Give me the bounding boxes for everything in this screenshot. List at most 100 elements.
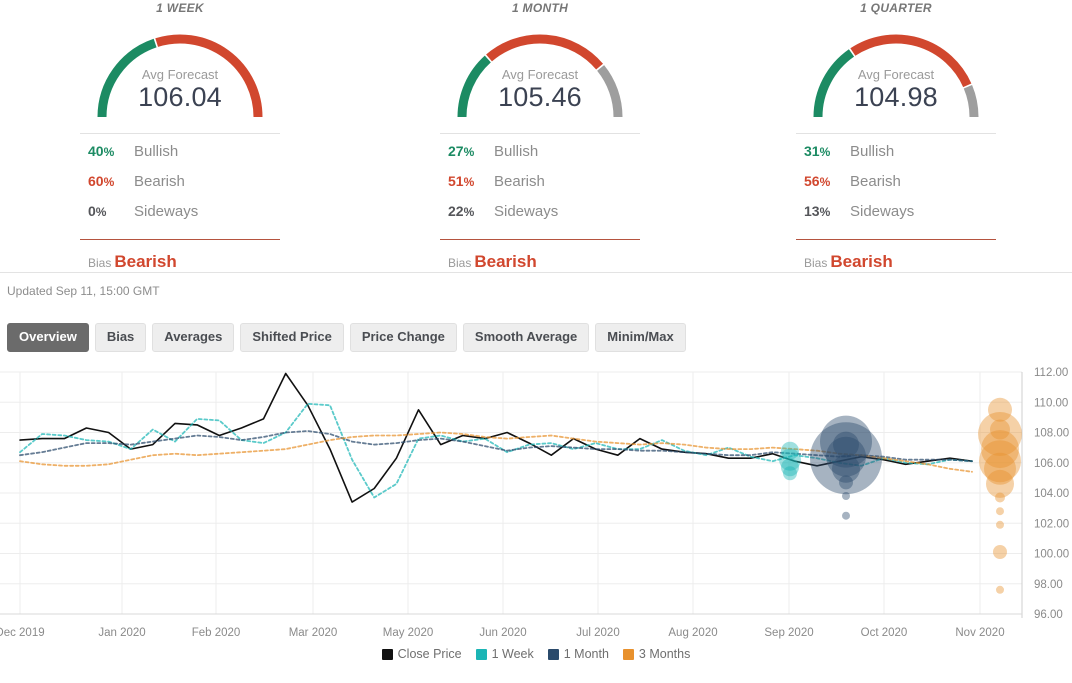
x-axis-tick-label: Dec 2019 bbox=[0, 627, 45, 639]
forecast-panel-1-quarter: 1 QUARTER Avg Forecast 104.98 31% Bullis… bbox=[720, 0, 1072, 272]
forecast-chart: 96.00 98.00 100.00 102.00 104.00 106.00 108.00… bbox=[0, 364, 1072, 664]
sentiment-stats: 27% Bullish 51% Bearish 22% Sideways bbox=[440, 133, 640, 233]
x-axis-tick-label: Mar 2020 bbox=[289, 627, 338, 639]
bearish-percent: 56% bbox=[804, 173, 831, 189]
y-axis-tick-label: 100.00 bbox=[1034, 549, 1069, 561]
gauge-svg bbox=[97, 34, 263, 118]
gauge-1-quarter: Avg Forecast 104.98 bbox=[796, 17, 996, 123]
tab-label: Overview bbox=[19, 329, 77, 344]
bearish-percent: 51% bbox=[448, 173, 475, 189]
bias-label: Bias bbox=[804, 256, 828, 270]
bias-value: Bearish bbox=[830, 252, 893, 271]
forecast-bubble-3-months bbox=[996, 507, 1004, 516]
updated-timestamp: Updated Sep 11, 15:00 GMT bbox=[7, 284, 160, 298]
bullish-label: Bullish bbox=[850, 143, 895, 160]
bullish-percent: 27% bbox=[448, 143, 475, 159]
gauge-arc-bearish bbox=[850, 34, 972, 88]
bias-value: Bearish bbox=[474, 252, 537, 271]
legend-item[interactable]: Close Price bbox=[381, 647, 462, 661]
forecast-dashboard: 1 WEEK Avg Forecast 106.04 40% Bullish 6… bbox=[0, 0, 1072, 683]
stat-row-bullish: 27% Bullish bbox=[440, 143, 640, 173]
tab-minim-max[interactable]: Minim/Max bbox=[595, 323, 686, 352]
tab-label: Shifted Price bbox=[252, 329, 332, 344]
tab-price-change[interactable]: Price Change bbox=[349, 323, 457, 352]
stat-row-sideways: 22% Sideways bbox=[440, 203, 640, 233]
gauge-1-week: Avg Forecast 106.04 bbox=[80, 17, 280, 123]
chart-legend: Close Price 1 Week 1 Month 3 Months bbox=[0, 644, 1072, 664]
bias-label: Bias bbox=[448, 256, 472, 270]
bullish-percent: 40% bbox=[88, 143, 115, 159]
y-axis-tick-label: 108.00 bbox=[1034, 428, 1069, 440]
gauge-arc-sideways bbox=[597, 65, 623, 118]
gauge-arc-bullish bbox=[457, 55, 491, 118]
bias-value: Bearish bbox=[114, 252, 177, 271]
panel-title: 1 MONTH bbox=[511, 1, 569, 15]
sideways-label: Sideways bbox=[134, 203, 199, 220]
y-axis-tick-label: 110.00 bbox=[1034, 397, 1068, 409]
forecast-panel-1-week: 1 WEEK Avg Forecast 106.04 40% Bullish 6… bbox=[0, 0, 360, 272]
x-axis-tick-label: Aug 2020 bbox=[668, 627, 717, 639]
forecast-bubble-3-months bbox=[996, 585, 1004, 594]
gauge-svg bbox=[813, 34, 979, 118]
forecast-bubble-1-month bbox=[842, 492, 850, 500]
tab-bias[interactable]: Bias bbox=[94, 323, 147, 352]
tab-label: Smooth Average bbox=[474, 329, 578, 344]
legend-item[interactable]: 1 Week bbox=[475, 647, 534, 661]
tab-label: Averages bbox=[164, 329, 223, 344]
gauge-svg bbox=[457, 34, 623, 118]
bearish-label: Bearish bbox=[850, 173, 901, 190]
forecast-bubble-3-months bbox=[993, 545, 1007, 559]
tab-shifted-price[interactable]: Shifted Price bbox=[240, 323, 344, 352]
bullish-percent: 31% bbox=[804, 143, 831, 159]
x-axis-tick-label: Oct 2020 bbox=[861, 627, 908, 639]
bias-row: Bias Bearish bbox=[796, 240, 996, 272]
stat-row-bearish: 51% Bearish bbox=[440, 173, 640, 203]
tab-averages[interactable]: Averages bbox=[152, 323, 235, 352]
sideways-percent: 0% bbox=[88, 203, 107, 219]
tab-smooth-average[interactable]: Smooth Average bbox=[462, 323, 590, 352]
y-axis-tick-label: 106.00 bbox=[1034, 458, 1069, 470]
stat-row-bullish: 40% Bullish bbox=[80, 143, 280, 173]
sentiment-stats: 40% Bullish 60% Bearish 0% Sideways bbox=[80, 133, 280, 233]
x-axis-tick-label: Jul 2020 bbox=[576, 627, 619, 639]
tab-label: Bias bbox=[106, 329, 135, 344]
panel-title: 1 WEEK bbox=[156, 1, 204, 15]
chart-tabs: Overview Bias Averages Shifted Price Price C… bbox=[0, 298, 1072, 352]
stat-row-bearish: 60% Bearish bbox=[80, 173, 280, 203]
sentiment-stats: 31% Bullish 56% Bearish 13% Sideways bbox=[796, 133, 996, 233]
x-axis-tick-label: Nov 2020 bbox=[955, 627, 1004, 639]
tab-label: Price Change bbox=[361, 329, 445, 344]
forecast-bubble-1-month bbox=[839, 475, 853, 490]
bias-label: Bias bbox=[88, 256, 112, 270]
bearish-label: Bearish bbox=[134, 173, 185, 190]
stat-row-sideways: 13% Sideways bbox=[796, 203, 996, 233]
forecast-panel-1-month: 1 MONTH Avg Forecast 105.46 27% Bullish … bbox=[360, 0, 720, 272]
gauge-1-month: Avg Forecast 105.46 bbox=[440, 17, 640, 123]
sideways-percent: 22% bbox=[448, 203, 475, 219]
legend-swatch-icon bbox=[622, 648, 634, 660]
x-axis-tick-label: Feb 2020 bbox=[192, 627, 241, 639]
legend-label: 1 Week bbox=[491, 647, 534, 661]
legend-item[interactable]: 3 Months bbox=[622, 647, 691, 661]
forecast-bubble-3-months bbox=[996, 520, 1004, 529]
bullish-label: Bullish bbox=[494, 143, 539, 160]
tab-label: Minim/Max bbox=[607, 329, 674, 344]
stat-row-bullish: 31% Bullish bbox=[796, 143, 996, 173]
bearish-label: Bearish bbox=[494, 173, 545, 190]
legend-swatch-icon bbox=[547, 648, 559, 660]
sideways-percent: 13% bbox=[804, 203, 831, 219]
y-axis-tick-label: 98.00 bbox=[1034, 579, 1063, 591]
sideways-label: Sideways bbox=[850, 203, 915, 220]
legend-label: 3 Months bbox=[638, 647, 691, 661]
bearish-percent: 60% bbox=[88, 173, 115, 189]
forecast-bubble-1-month bbox=[842, 511, 850, 520]
legend-item[interactable]: 1 Month bbox=[547, 647, 609, 661]
forecast-bubble-1-week bbox=[783, 466, 797, 481]
x-axis-tick-label: Sep 2020 bbox=[764, 627, 813, 639]
gauge-arc-bearish bbox=[155, 34, 263, 118]
tab-overview[interactable]: Overview bbox=[7, 323, 89, 352]
legend-label: Close Price bbox=[397, 647, 462, 661]
x-axis-tick-label: Jun 2020 bbox=[479, 627, 526, 639]
x-axis-tick-label: Jan 2020 bbox=[98, 627, 145, 639]
stat-row-bearish: 56% Bearish bbox=[796, 173, 996, 203]
